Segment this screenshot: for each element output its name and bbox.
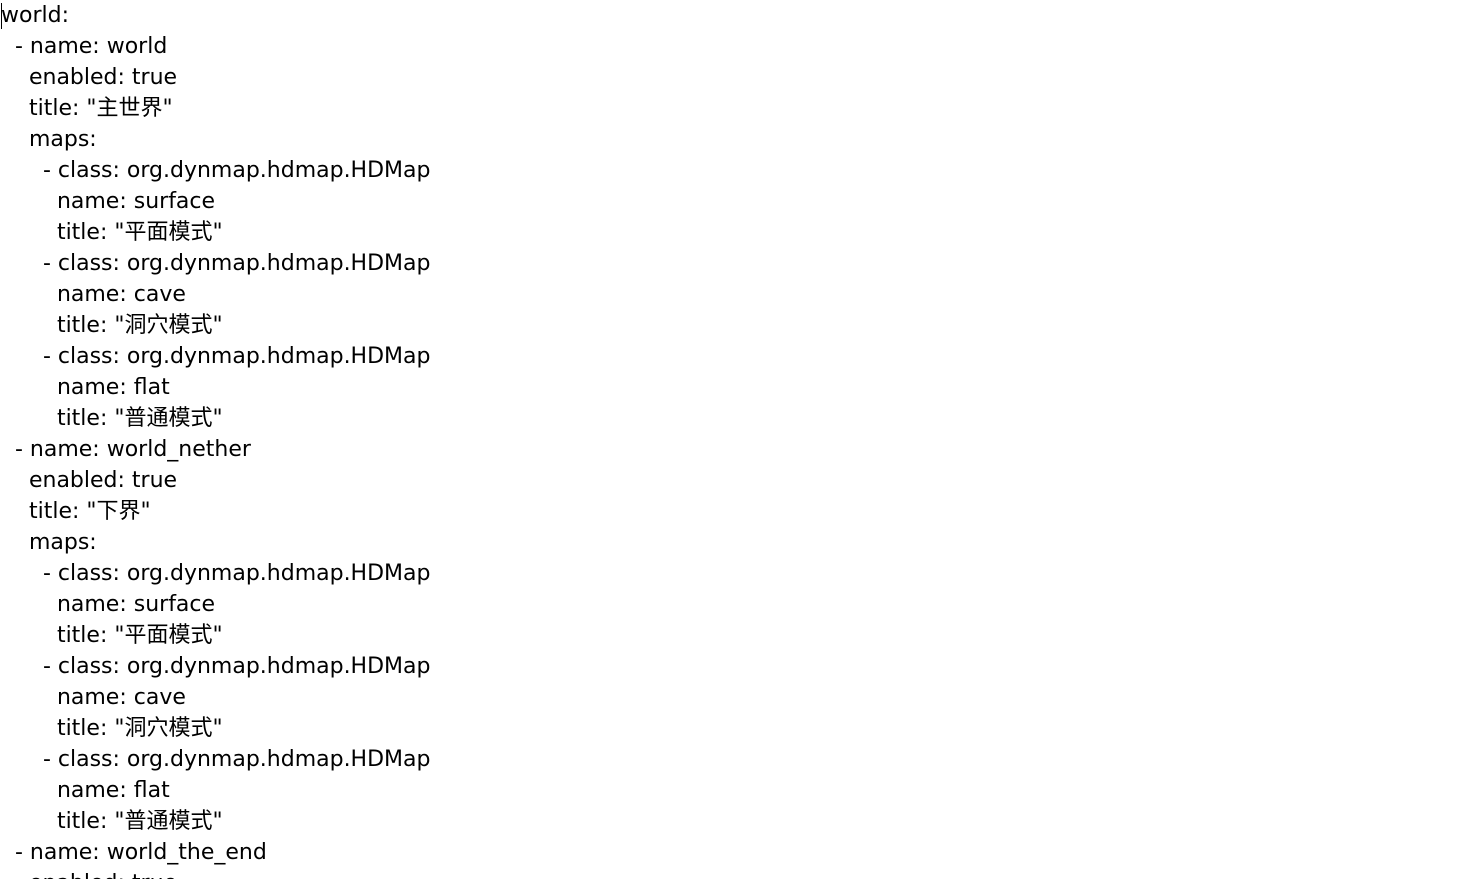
editor-line[interactable]: - class: org.dynmap.hdmap.HDMap <box>1 155 431 186</box>
editor-line[interactable]: - name: world_nether <box>1 434 430 465</box>
editor-line[interactable]: - class: org.dynmap.hdmap.HDMap <box>1 558 431 589</box>
editor-line[interactable]: name: surface <box>1 589 430 620</box>
editor-lines[interactable]: world: - name: world enabled: true title… <box>1 0 430 879</box>
editor-line[interactable]: title: "普通模式" <box>1 403 430 434</box>
editor-line[interactable]: maps: <box>1 527 430 558</box>
editor-line[interactable]: title: "平面模式" <box>1 217 430 248</box>
editor-line[interactable]: title: "洞穴模式" <box>1 310 430 341</box>
editor-line[interactable]: name: cave <box>1 279 430 310</box>
editor-line[interactable]: title: "主世界" <box>1 93 430 124</box>
editor-line[interactable]: - class: org.dynmap.hdmap.HDMap <box>1 341 431 372</box>
editor-line[interactable]: title: "平面模式" <box>1 620 430 651</box>
editor-line[interactable]: name: flat <box>1 372 430 403</box>
text-editor[interactable]: world: - name: world enabled: true title… <box>0 0 1473 879</box>
editor-line[interactable]: title: "普通模式" <box>1 806 430 837</box>
editor-line[interactable]: name: cave <box>1 682 430 713</box>
editor-line[interactable]: world: <box>1 0 430 31</box>
editor-line[interactable]: enabled: true <box>1 465 430 496</box>
editor-line[interactable]: title: "下界" <box>1 496 430 527</box>
editor-line[interactable]: - name: world_the_end <box>1 837 430 868</box>
editor-line[interactable]: - name: world <box>1 31 430 62</box>
editor-line[interactable]: name: surface <box>1 186 430 217</box>
editor-line[interactable]: enabled: true <box>1 868 430 879</box>
editor-line[interactable]: - class: org.dynmap.hdmap.HDMap <box>1 744 431 775</box>
editor-line[interactable]: - class: org.dynmap.hdmap.HDMap <box>1 651 431 682</box>
editor-line[interactable]: title: "洞穴模式" <box>1 713 430 744</box>
editor-line[interactable]: - class: org.dynmap.hdmap.HDMap <box>1 248 431 279</box>
editor-line[interactable]: enabled: true <box>1 62 430 93</box>
editor-line[interactable]: name: flat <box>1 775 430 806</box>
editor-line[interactable]: maps: <box>1 124 430 155</box>
